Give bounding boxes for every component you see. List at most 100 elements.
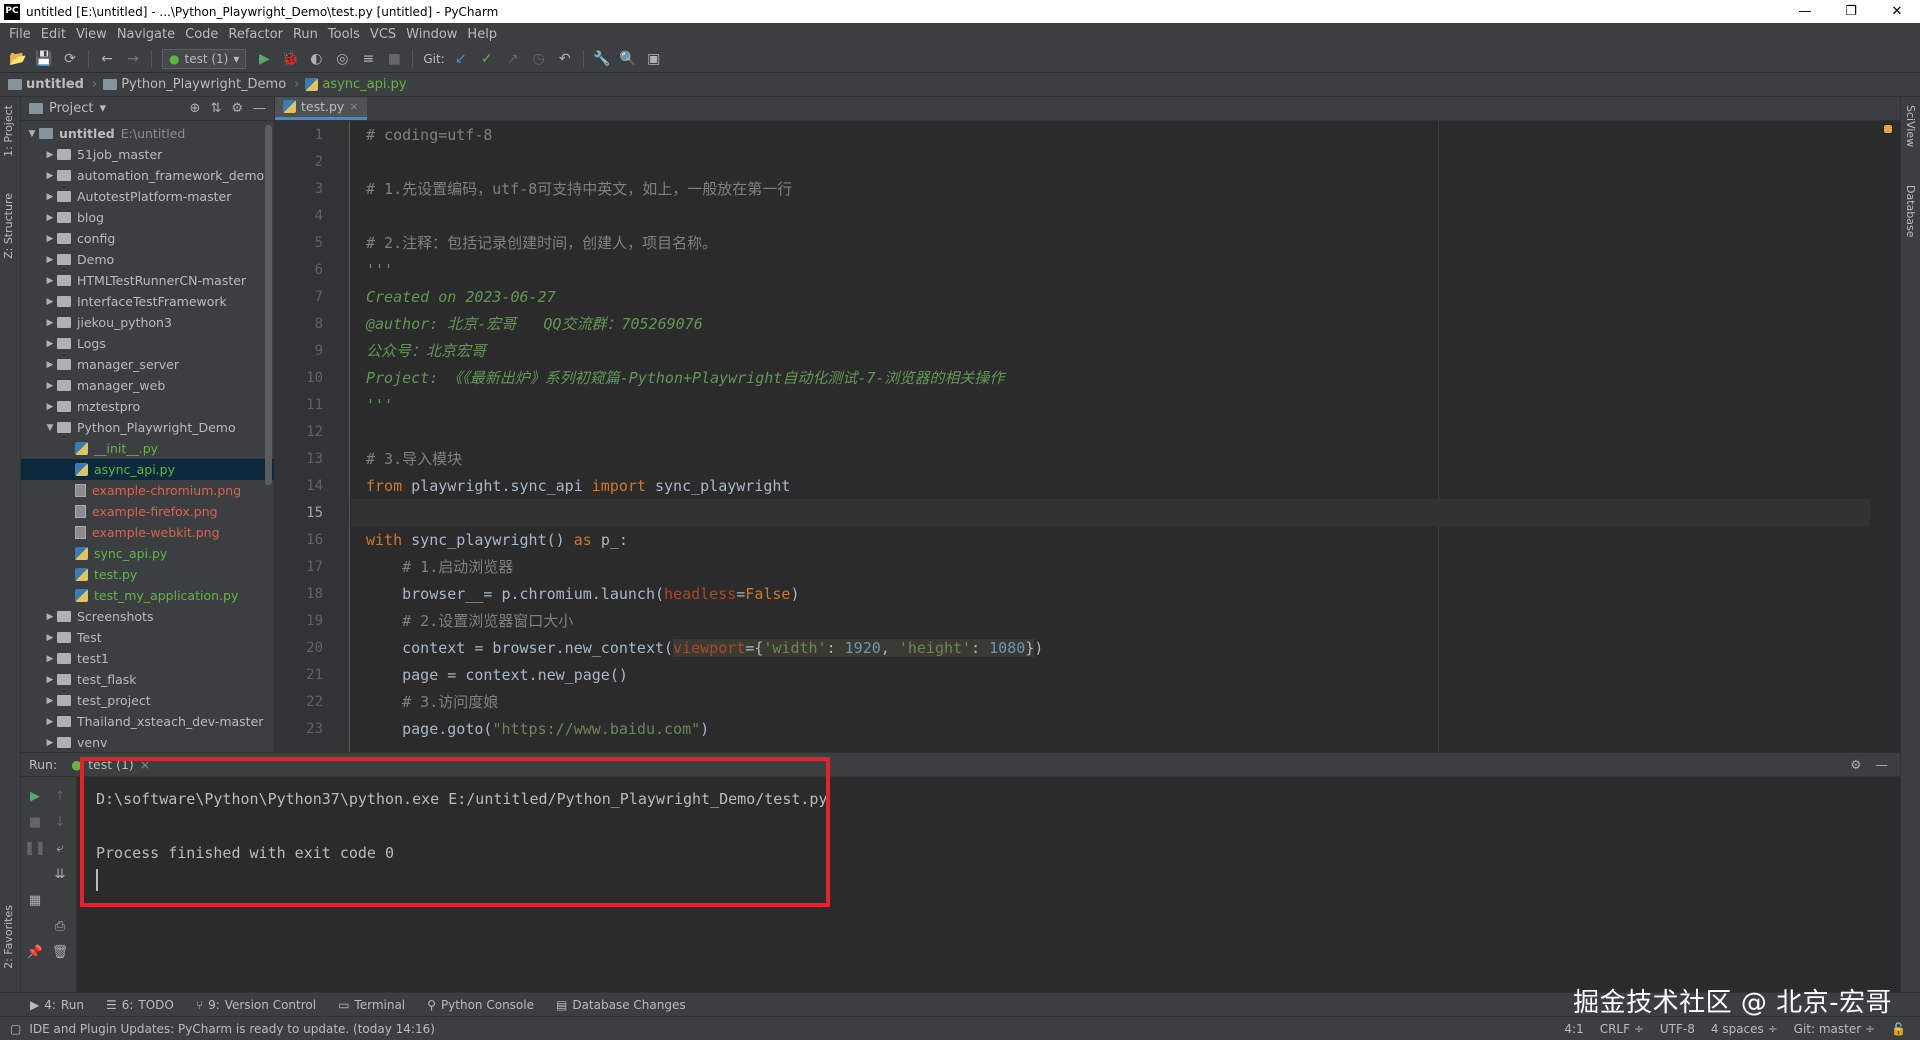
- tree-file[interactable]: example-chromium.png: [21, 480, 274, 501]
- status-message[interactable]: IDE and Plugin Updates: PyCharm is ready…: [29, 1022, 435, 1036]
- code-line[interactable]: 8 @author: 北京-宏哥 QQ交流群：705269076: [315, 310, 1870, 337]
- chevron-right-icon[interactable]: ▶: [43, 654, 57, 664]
- chevron-down-icon[interactable]: ▼: [25, 129, 39, 139]
- file-encoding[interactable]: UTF-8: [1660, 1022, 1695, 1036]
- collapse-all-icon[interactable]: ⇅: [210, 101, 221, 116]
- tree-root[interactable]: ▼ untitled E:\untitled: [21, 123, 274, 144]
- tree-folder[interactable]: ▶ test_project: [21, 690, 274, 711]
- structure-tool-tab[interactable]: Z: Structure: [2, 193, 15, 259]
- console-output[interactable]: D:\software\Python\Python37\python.exe E…: [78, 777, 1900, 993]
- forward-arrow-icon[interactable]: →: [121, 48, 145, 70]
- menu-vcs[interactable]: VCS: [365, 27, 401, 42]
- code-line[interactable]: 2: [315, 148, 1870, 175]
- layout-icon[interactable]: ▦: [26, 891, 44, 909]
- project-view-select[interactable]: Project: [49, 101, 93, 116]
- scroll-to-end-icon[interactable]: ⇊: [51, 865, 69, 883]
- git-push-icon[interactable]: ↗: [501, 48, 525, 70]
- code-line[interactable]: 7 Created on 2023-06-27: [315, 283, 1870, 310]
- tool-window-database-changes[interactable]: ▤ Database Changes: [556, 998, 686, 1012]
- code-line[interactable]: 6 ''': [315, 256, 1870, 283]
- code-line[interactable]: 4: [315, 202, 1870, 229]
- tree-folder[interactable]: ▶ Test: [21, 627, 274, 648]
- tab-test-py[interactable]: test.py ×: [275, 97, 367, 120]
- chevron-down-icon[interactable]: ▾: [99, 101, 106, 116]
- maximize-button[interactable]: ❐: [1828, 0, 1874, 23]
- profile-icon[interactable]: ◎: [330, 48, 354, 70]
- stop-icon[interactable]: ■: [26, 813, 44, 831]
- lock-icon[interactable]: 🔓: [1891, 1022, 1906, 1036]
- tree-folder[interactable]: ▶ blog: [21, 207, 274, 228]
- tree-folder[interactable]: ▶ automation_framework_demo: [21, 165, 274, 186]
- code-line[interactable]: 12: [306, 418, 1870, 445]
- chevron-right-icon[interactable]: ▶: [43, 192, 57, 202]
- code-line[interactable]: 13 # 3.导入模块: [306, 445, 1870, 472]
- tree-file[interactable]: example-firefox.png: [21, 501, 274, 522]
- close-window-button[interactable]: ✕: [1874, 0, 1920, 23]
- tree-folder[interactable]: ▶ manager_web: [21, 375, 274, 396]
- menu-code[interactable]: Code: [180, 27, 223, 42]
- save-all-icon[interactable]: 💾: [32, 48, 56, 70]
- hide-panel-icon[interactable]: —: [253, 101, 266, 116]
- sciview-tool-tab[interactable]: SciView: [1904, 105, 1917, 147]
- chevron-right-icon[interactable]: ▶: [43, 402, 57, 412]
- tree-folder[interactable]: ▶ Logs: [21, 333, 274, 354]
- tree-folder[interactable]: ▶ InterfaceTestFramework: [21, 291, 274, 312]
- git-update-icon[interactable]: ↙: [449, 48, 473, 70]
- tree-file[interactable]: __init__.py: [21, 438, 274, 459]
- code-line[interactable]: 14 from playwright.sync_api import sync_p…: [306, 472, 1870, 499]
- menu-refactor[interactable]: Refactor: [223, 27, 288, 42]
- tree-folder[interactable]: ▶ HTMLTestRunnerCN-master: [21, 270, 274, 291]
- gear-icon[interactable]: ⚙: [1850, 757, 1861, 772]
- python-packages-icon[interactable]: ▣: [642, 48, 666, 70]
- line-separator[interactable]: CRLF ÷: [1600, 1022, 1644, 1036]
- code-line[interactable]: 11 ''': [306, 391, 1870, 418]
- code-line[interactable]: 20 context = browser.new_context(viewpor…: [306, 634, 1870, 661]
- chevron-right-icon[interactable]: ▶: [43, 297, 57, 307]
- run-concurrency-icon[interactable]: ≡: [356, 48, 380, 70]
- back-arrow-icon[interactable]: ←: [95, 48, 119, 70]
- code-line[interactable]: 9 公众号：北京宏哥: [315, 337, 1870, 364]
- menu-help[interactable]: Help: [462, 27, 502, 42]
- breadcrumb-file[interactable]: › async_api.py: [292, 77, 406, 92]
- menu-run[interactable]: Run: [288, 27, 323, 42]
- code-line[interactable]: 18 browser__= p.chromium.launch(headless…: [306, 580, 1870, 607]
- tree-folder[interactable]: ▶ jiekou_python3: [21, 312, 274, 333]
- tool-window-terminal[interactable]: ▭ Terminal: [338, 998, 405, 1012]
- tool-window-todo[interactable]: ☰ 6: TODO: [106, 998, 174, 1012]
- chevron-right-icon[interactable]: ▶: [43, 381, 57, 391]
- code-line[interactable]: 17 # 1.启动浏览器: [306, 553, 1870, 580]
- run-tab[interactable]: ● test (1) ×: [71, 757, 150, 772]
- chevron-right-icon[interactable]: ▶: [43, 213, 57, 223]
- tree-folder[interactable]: ▶ test1: [21, 648, 274, 669]
- code-line[interactable]: 10 Project: 《《最新出炉》系列初窥篇-Python+Playwrigh…: [306, 364, 1870, 391]
- tool-window-python-console[interactable]: ⚲ Python Console: [427, 998, 534, 1012]
- debug-icon[interactable]: 🐞: [278, 48, 302, 70]
- indent-setting[interactable]: 4 spaces ÷: [1711, 1022, 1778, 1036]
- tool-window-run[interactable]: ▶ 4: Run: [30, 998, 84, 1012]
- tree-folder[interactable]: ▶ mztestpro: [21, 396, 274, 417]
- project-tool-tab[interactable]: 1: Project: [2, 105, 15, 157]
- minimize-button[interactable]: —: [1782, 0, 1828, 23]
- chevron-right-icon[interactable]: ▶: [43, 675, 57, 685]
- open-folder-icon[interactable]: 📂: [6, 48, 30, 70]
- menu-file[interactable]: File: [4, 27, 36, 42]
- tree-folder[interactable]: ▶ Demo: [21, 249, 274, 270]
- code-line[interactable]: 16 with sync_playwright() as p_:: [306, 526, 1870, 553]
- search-icon[interactable]: 🔍: [616, 48, 640, 70]
- menu-window[interactable]: Window: [401, 27, 462, 42]
- chevron-right-icon[interactable]: ▶: [43, 717, 57, 727]
- scroll-down-icon[interactable]: ↓: [51, 813, 69, 831]
- scroll-up-icon[interactable]: ↑: [51, 787, 69, 805]
- tree-folder[interactable]: ▶ AutotestPlatform-master: [21, 186, 274, 207]
- code-line[interactable]: 21 page = context.new_page(): [306, 661, 1870, 688]
- code-line[interactable]: 22 # 3.访问度娘: [306, 688, 1870, 715]
- chevron-right-icon[interactable]: ▶: [43, 612, 57, 622]
- chevron-right-icon[interactable]: ▶: [43, 633, 57, 643]
- run-configuration-select[interactable]: ● test (1) ▾: [162, 48, 247, 69]
- code-line[interactable]: 23 page.goto("https://www.baidu.com"): [306, 715, 1870, 742]
- tool-window-version-control[interactable]: ⑂ 9: Version Control: [196, 998, 316, 1012]
- gear-icon[interactable]: ⚙: [231, 101, 243, 116]
- tree-folder[interactable]: ▶ venv: [21, 732, 274, 752]
- pause-icon[interactable]: ❚❚: [24, 839, 46, 857]
- hide-panel-icon[interactable]: —: [1876, 757, 1889, 772]
